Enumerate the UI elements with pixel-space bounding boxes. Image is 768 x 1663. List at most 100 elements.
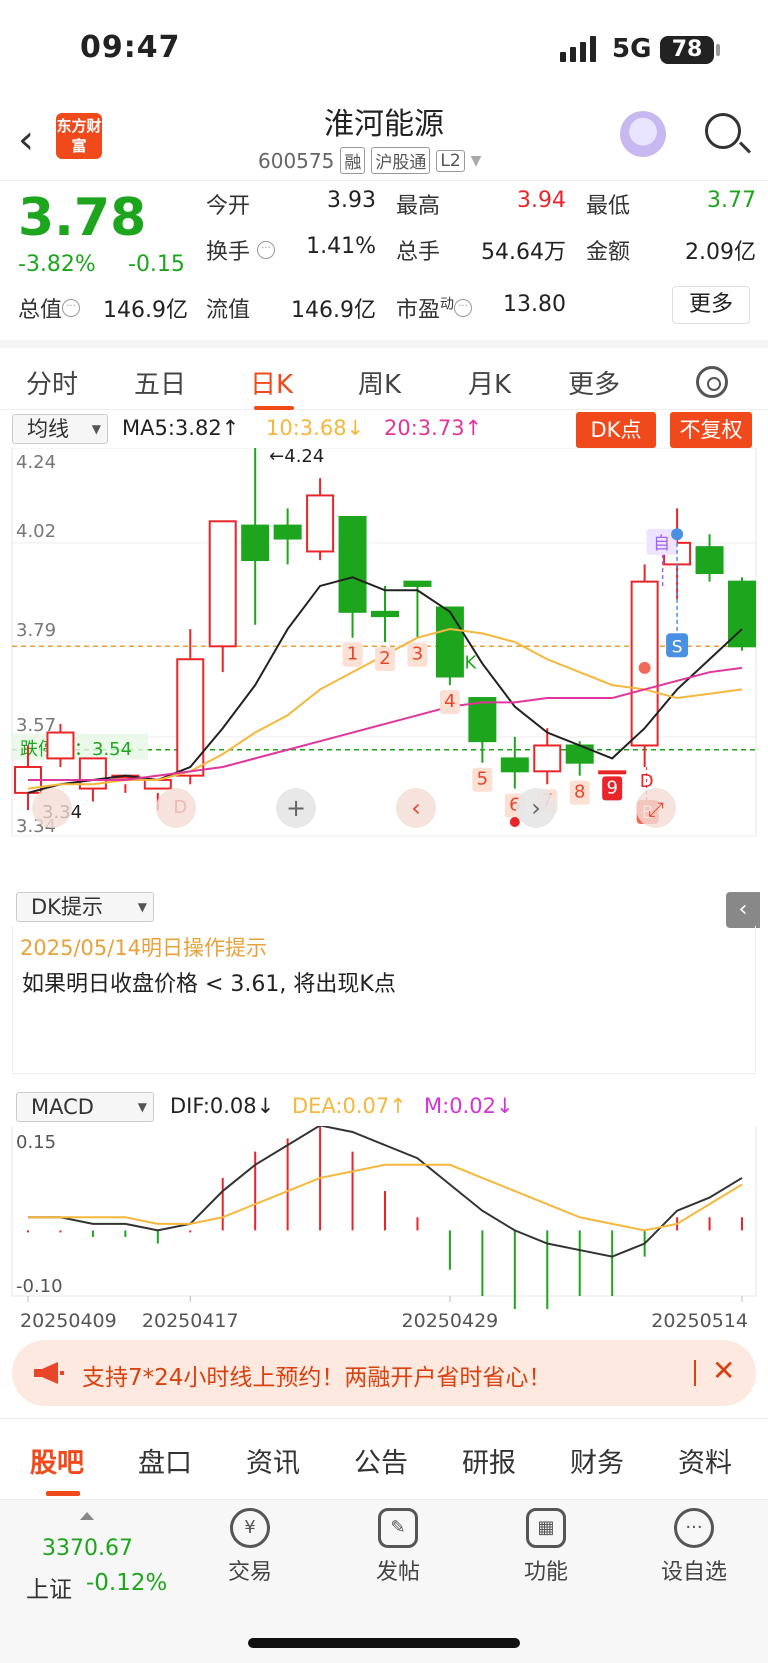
tab-finance[interactable]: 财务 (570, 1441, 624, 1480)
index-value[interactable]: 3370.67 (42, 1536, 133, 1561)
post-label: 发帖 (375, 1560, 420, 1585)
signal-icon (560, 36, 596, 62)
yen-icon: ¥ (230, 1508, 270, 1548)
candle-body (176, 658, 205, 777)
functions-label: 功能 (523, 1560, 568, 1585)
ma-selector-label: 均线 (27, 417, 69, 441)
quote-panel: 3.78 -3.82% -0.15 今开 3.93 最高 3.94 最低 3.7… (0, 182, 768, 338)
ma5-label: MA5:3.82↑ (122, 416, 240, 440)
tab-five-day[interactable]: 五日 (134, 364, 186, 401)
info-icon[interactable]: ··· (454, 298, 473, 317)
kline-chart[interactable]: 4.244.023.793.573.34跌停价：3.54←4.243.34123… (0, 446, 768, 888)
macd-top-label: 0.15 (16, 1132, 56, 1153)
chevron-down-icon: ▼ (91, 422, 101, 436)
tab-research[interactable]: 研报 (462, 1441, 516, 1480)
functions-button[interactable]: ▦ 功能 (486, 1508, 606, 1586)
index-change[interactable]: -0.12% (86, 1570, 167, 1596)
info-icon[interactable]: ··· (62, 298, 81, 317)
bottom-dock: 3370.67 上证 -0.12% ¥ 交易 ✎ 发帖 ▦ 功能 ··· 设自选 (0, 1500, 768, 1663)
tab-weekly-k[interactable]: 周K (358, 364, 401, 401)
candle-body (143, 778, 172, 790)
macd-selector[interactable]: MACD ▼ (16, 1092, 154, 1122)
macd-chart[interactable]: 0.15 -0.10 20250409 20250417 20250429 2025051… (0, 1124, 768, 1336)
last-price: 3.78 (18, 188, 147, 248)
assistant-robot-icon[interactable] (620, 111, 666, 157)
info-icon[interactable]: ··· (257, 240, 276, 259)
tab-intraday[interactable]: 分时 (26, 364, 78, 401)
step-back-bg (156, 788, 196, 828)
post-button[interactable]: ✎ 发帖 (338, 1508, 458, 1586)
tab-more[interactable]: 更多 (568, 364, 620, 401)
amount-value: 2.09亿 (685, 240, 756, 265)
mcap-label: 总值 ··· (18, 292, 81, 324)
date-label: 20250409 (20, 1310, 117, 1332)
promo-banner[interactable]: 支持7*24小时线上预约！两融开户省时省心！ ✕ (12, 1340, 756, 1406)
banner-divider (694, 1360, 696, 1386)
more-dots-icon: ··· (674, 1508, 714, 1548)
tab-profile[interactable]: 资料 (678, 1441, 732, 1480)
collapse-left-icon[interactable]: ‹ (726, 892, 760, 928)
dk-point-button[interactable]: DK点 (576, 412, 656, 448)
turnover-label-text: 换手 (206, 240, 251, 265)
no-adjust-button[interactable]: 不复权 (670, 412, 752, 448)
tab-announcements[interactable]: 公告 (354, 1441, 408, 1480)
candle-body (435, 606, 464, 678)
tab-forum[interactable]: 股吧 (30, 1441, 84, 1480)
blue-signal-dot (671, 528, 684, 541)
add-watchlist-label: 设自选 (660, 1560, 727, 1585)
red-signal-dot (638, 661, 651, 674)
s-mark: S (672, 637, 683, 657)
y-tick-label: 4.24 (16, 452, 56, 473)
zi-mark: 自 (653, 534, 670, 554)
date-label: 20250429 (402, 1310, 499, 1332)
prev-glyph: ‹ (411, 794, 421, 822)
turnover-label: 换手 ··· (206, 234, 276, 266)
active-tab-indicator (254, 406, 294, 410)
dk-tip-selector[interactable]: DK提示 ▼ (16, 892, 154, 922)
ma-selector[interactable]: 均线 ▼ (12, 414, 108, 444)
date-label: 20250417 (142, 1310, 239, 1332)
index-name[interactable]: 上证 (26, 1570, 72, 1604)
sequence-marker: 1 (347, 644, 358, 665)
k-signal-mark: K (464, 652, 477, 673)
battery-icon: 78 (660, 36, 714, 64)
candle-body (403, 580, 432, 587)
candle-body (306, 494, 335, 553)
sequence-marker: 4 (444, 691, 455, 712)
tab-news[interactable]: 资讯 (246, 1441, 300, 1480)
active-tab-indicator (46, 1491, 80, 1496)
candle-body (338, 515, 367, 613)
change-amount: -0.15 (128, 252, 185, 277)
float-value: 146.9亿 (291, 298, 376, 323)
chevron-down-icon: ▼ (470, 152, 482, 169)
candle-body (208, 520, 237, 648)
candle-body (533, 744, 562, 773)
trade-button[interactable]: ¥ 交易 (190, 1508, 310, 1586)
y-tick-label: 3.79 (16, 620, 56, 641)
red-dot (509, 817, 520, 827)
dk-tip-panel: DK提示 ▼ ‹ 2025/05/14明日操作提示 如果明日收盘价格 < 3.6… (0, 888, 768, 1086)
close-icon[interactable]: ✕ (712, 1354, 735, 1387)
low-value: 3.77 (707, 188, 756, 213)
stock-code-row[interactable]: 600575 融 沪股通 L2 ▼ (258, 147, 481, 174)
limit-down-label: 跌停价：3.54 (20, 739, 132, 760)
y-tick-label: 4.02 (16, 521, 56, 542)
tab-monthly-k[interactable]: 月K (468, 364, 511, 401)
tab-daily-k[interactable]: 日K (250, 364, 293, 401)
more-button[interactable]: 更多 (672, 286, 750, 324)
tab-order-book[interactable]: 盘口 (138, 1441, 192, 1480)
gear-icon[interactable] (696, 366, 728, 398)
network-type: 5G (612, 34, 652, 64)
ma10-label: 10:3.68↓ (266, 416, 365, 440)
candle-body (241, 524, 270, 562)
macd-svg: 0.15 -0.10 20250409 20250417 20250429 2025051… (11, 1124, 757, 1332)
expand-up-icon[interactable] (80, 1512, 94, 1520)
search-icon[interactable] (705, 113, 741, 149)
status-time: 09:47 (80, 30, 181, 65)
dif-label: DIF:0.08↓ (170, 1094, 275, 1118)
tag-connect: 沪股通 (371, 147, 431, 174)
stock-header: ‹ 东方财富 淮河能源 600575 融 沪股通 L2 ▼ (0, 95, 768, 181)
add-watchlist-button[interactable]: ··· 设自选 (634, 1508, 754, 1586)
pe-label: 市盈动 ··· (396, 292, 473, 324)
dk-tip-selector-label: DK提示 (31, 895, 103, 919)
